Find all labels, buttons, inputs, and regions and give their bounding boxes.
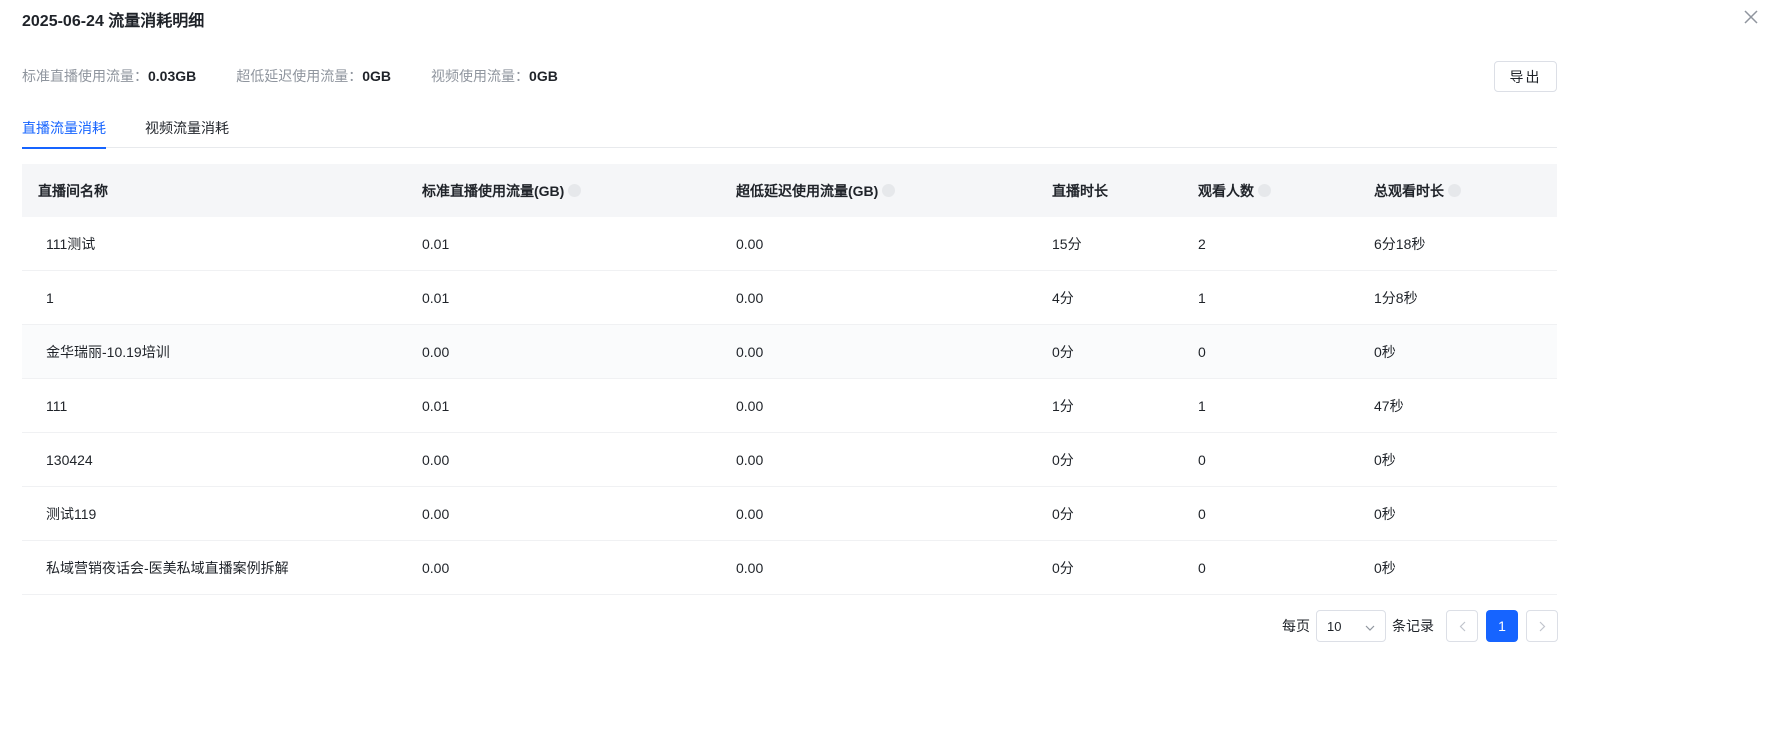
page-size-value: 10 — [1327, 618, 1342, 634]
cell-total-watch-time: 47秒 — [1374, 397, 1404, 414]
table-row[interactable]: 111测试 0.01 0.00 15分 2 6分18秒 — [22, 217, 1557, 271]
chevron-right-icon — [1539, 621, 1545, 631]
info-icon[interactable] — [1448, 184, 1461, 197]
chevron-left-icon — [1459, 621, 1465, 631]
traffic-table: 直播间名称 标准直播使用流量(GB) 超低延迟使用流量(GB) 直播时长 观看人… — [22, 164, 1557, 595]
cell-room-name: 111 — [46, 397, 68, 414]
cell-total-watch-time: 0秒 — [1374, 559, 1396, 576]
cell-viewers: 2 — [1198, 235, 1206, 252]
cell-low-latency-traffic: 0.00 — [736, 235, 764, 252]
cell-room-name: 1 — [46, 289, 54, 306]
cell-total-watch-time: 0秒 — [1374, 343, 1396, 360]
stat-label: 视频使用流量： — [431, 68, 530, 84]
cell-viewers: 0 — [1198, 559, 1206, 576]
info-icon[interactable] — [1258, 184, 1271, 197]
export-button[interactable]: 导出 — [1494, 61, 1557, 92]
cell-viewers: 0 — [1198, 451, 1206, 468]
cell-live-duration: 1分 — [1052, 397, 1074, 414]
cell-low-latency-traffic: 0.00 — [736, 559, 764, 576]
cell-standard-traffic: 0.00 — [422, 451, 450, 468]
cell-low-latency-traffic: 0.00 — [736, 505, 764, 522]
prev-page-button[interactable] — [1446, 610, 1478, 642]
stat-value: 0.03GB — [148, 68, 197, 84]
stat-low-latency: 超低延迟使用流量： 0GB — [236, 66, 391, 86]
column-header-low-latency-traffic: 超低延迟使用流量(GB) — [736, 164, 896, 217]
tab-live-traffic[interactable]: 直播流量消耗 — [22, 118, 106, 149]
traffic-summary: 标准直播使用流量： 0.03GB 超低延迟使用流量： 0GB 视频使用流量： 0… — [22, 66, 598, 86]
cell-live-duration: 0分 — [1052, 451, 1074, 468]
table-header: 直播间名称 标准直播使用流量(GB) 超低延迟使用流量(GB) 直播时长 观看人… — [22, 164, 1557, 217]
column-header-live-duration: 直播时长 — [1052, 182, 1108, 199]
dialog-header: 2025-06-24 流量消耗明细 — [22, 6, 204, 32]
table-row[interactable]: 130424 0.00 0.00 0分 0 0秒 — [22, 433, 1557, 487]
cell-low-latency-traffic: 0.00 — [736, 289, 764, 306]
per-page-label: 每页 — [1282, 618, 1310, 634]
column-header-total-watch-time: 总观看时长 — [1374, 164, 1461, 217]
cell-live-duration: 0分 — [1052, 343, 1074, 360]
tab-video-traffic[interactable]: 视频流量消耗 — [145, 118, 229, 148]
cell-viewers: 0 — [1198, 505, 1206, 522]
dialog-title: 2025-06-24 流量消耗明细 — [22, 13, 205, 30]
close-icon[interactable] — [1742, 8, 1760, 26]
records-label: 条记录 — [1392, 618, 1434, 634]
cell-room-name: 111测试 — [46, 235, 96, 252]
cell-low-latency-traffic: 0.00 — [736, 451, 764, 468]
stat-label: 超低延迟使用流量： — [236, 68, 363, 84]
cell-room-name: 测试119 — [46, 505, 97, 522]
cell-room-name: 130424 — [46, 451, 93, 468]
cell-standard-traffic: 0.00 — [422, 559, 450, 576]
chevron-down-icon — [1365, 619, 1375, 634]
cell-live-duration: 0分 — [1052, 505, 1074, 522]
cell-standard-traffic: 0.01 — [422, 397, 450, 414]
cell-standard-traffic: 0.01 — [422, 235, 450, 252]
pagination: 每页 10 条记录 1 — [1282, 610, 1558, 642]
cell-live-duration: 15分 — [1052, 235, 1082, 252]
table-row[interactable]: 111 0.01 0.00 1分 1 47秒 — [22, 379, 1557, 433]
table-row[interactable]: 测试119 0.00 0.00 0分 0 0秒 — [22, 487, 1557, 541]
cell-standard-traffic: 0.01 — [422, 289, 450, 306]
table-row[interactable]: 私域营销夜话会-医美私域直播案例拆解 0.00 0.00 0分 0 0秒 — [22, 541, 1557, 595]
cell-live-duration: 0分 — [1052, 559, 1074, 576]
page-number-button[interactable]: 1 — [1486, 610, 1518, 642]
stat-video: 视频使用流量： 0GB — [431, 66, 558, 86]
tab-bar: 直播流量消耗 视频流量消耗 — [22, 110, 1557, 149]
cell-room-name: 金华瑞丽-10.19培训 — [46, 343, 170, 360]
cell-viewers: 0 — [1198, 343, 1206, 360]
cell-total-watch-time: 1分8秒 — [1374, 289, 1418, 306]
stat-value: 0GB — [529, 68, 558, 84]
cell-total-watch-time: 0秒 — [1374, 505, 1396, 522]
column-header-viewers: 观看人数 — [1198, 164, 1271, 217]
table-row[interactable]: 金华瑞丽-10.19培训 0.00 0.00 0分 0 0秒 — [22, 325, 1557, 379]
column-header-standard-traffic: 标准直播使用流量(GB) — [422, 164, 582, 217]
cell-total-watch-time: 0秒 — [1374, 451, 1396, 468]
cell-room-name: 私域营销夜话会-医美私域直播案例拆解 — [46, 559, 289, 576]
cell-standard-traffic: 0.00 — [422, 343, 450, 360]
info-icon[interactable] — [568, 184, 582, 197]
cell-live-duration: 4分 — [1052, 289, 1074, 306]
cell-viewers: 1 — [1198, 397, 1206, 414]
column-header-room-name: 直播间名称 — [38, 182, 108, 199]
info-icon[interactable] — [882, 184, 896, 197]
cell-low-latency-traffic: 0.00 — [736, 397, 764, 414]
stat-value: 0GB — [362, 68, 392, 84]
cell-low-latency-traffic: 0.00 — [736, 343, 764, 360]
cell-standard-traffic: 0.00 — [422, 505, 450, 522]
cell-total-watch-time: 6分18秒 — [1374, 235, 1426, 252]
stat-label: 标准直播使用流量： — [22, 68, 148, 84]
table-row[interactable]: 1 0.01 0.00 4分 1 1分8秒 — [22, 271, 1557, 325]
stat-standard-live: 标准直播使用流量： 0.03GB — [22, 66, 196, 86]
next-page-button[interactable] — [1526, 610, 1558, 642]
cell-viewers: 1 — [1198, 289, 1206, 306]
page-size-select[interactable]: 10 — [1316, 610, 1386, 642]
